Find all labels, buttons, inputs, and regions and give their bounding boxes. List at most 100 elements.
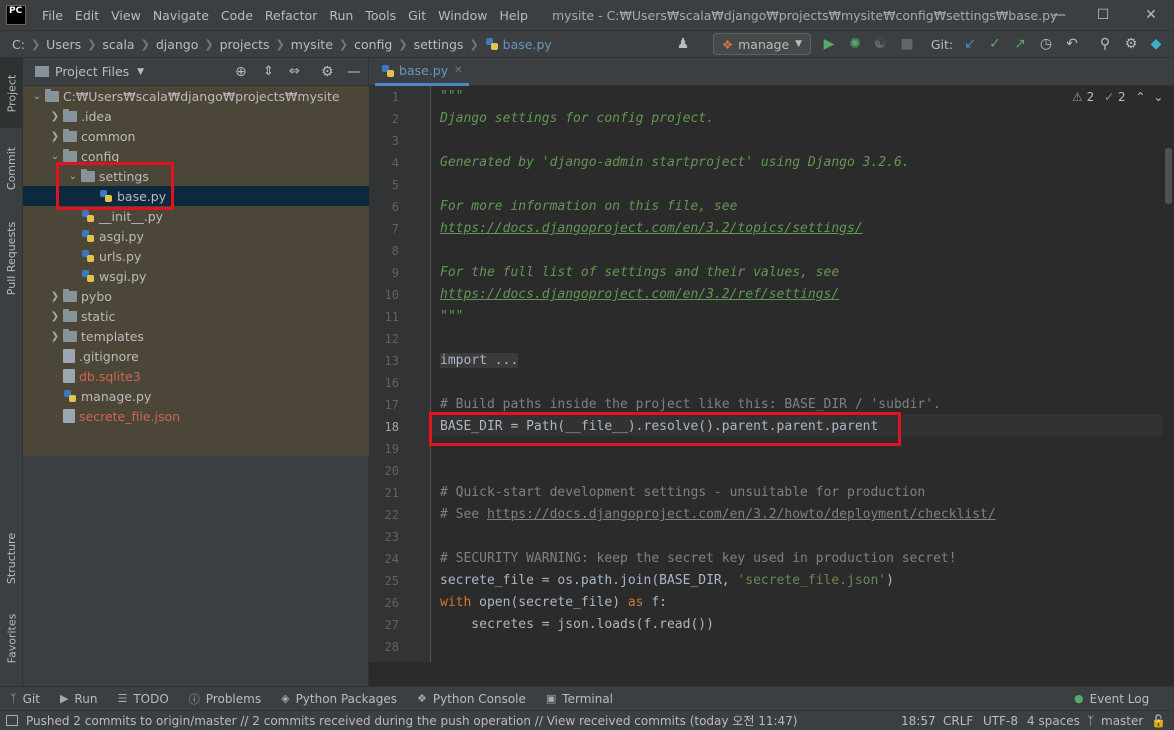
tree-item[interactable]: .gitignore bbox=[23, 346, 369, 366]
collapse-all-icon[interactable]: ⇔ bbox=[289, 64, 300, 79]
tool-terminal[interactable]: ▣ Terminal bbox=[546, 692, 613, 706]
tab-base-py[interactable]: base.py ✕ bbox=[375, 58, 469, 86]
tool-event-log[interactable]: ● Event Log bbox=[1074, 692, 1149, 706]
inspection-widget[interactable]: ⚠ 2 ✓ 2 ⌃ ⌄ bbox=[1072, 90, 1163, 104]
git-update-icon[interactable]: ↙ bbox=[960, 30, 980, 58]
coverage-icon[interactable]: ☯ bbox=[870, 30, 890, 58]
tool-git[interactable]: ᛉ Git bbox=[10, 692, 40, 706]
git-branch[interactable]: master bbox=[1101, 714, 1143, 728]
tool-run[interactable]: ▶ Run bbox=[60, 692, 97, 706]
line-number: 5 bbox=[391, 178, 399, 192]
tree-item[interactable]: urls.py bbox=[23, 246, 369, 266]
chevron-right-icon[interactable]: ❯ bbox=[47, 111, 63, 122]
code-area[interactable]: """ Django settings for config project. Ge… bbox=[432, 86, 1162, 662]
search-icon[interactable]: ⚲ bbox=[1095, 30, 1115, 58]
scrollbar-thumb[interactable] bbox=[1165, 148, 1172, 204]
breadcrumb-item[interactable]: scala bbox=[102, 37, 134, 52]
expand-all-icon[interactable]: ⇕ bbox=[263, 64, 274, 79]
menu-item-file[interactable]: File bbox=[36, 8, 69, 23]
gear-icon[interactable]: ⚙ bbox=[321, 64, 334, 80]
tree-item[interactable]: db.sqlite3 bbox=[23, 366, 369, 386]
tool-python-packages[interactable]: ◈ Python Packages bbox=[281, 692, 397, 706]
menu-item-git[interactable]: Git bbox=[402, 8, 432, 23]
locate-icon[interactable]: ⊕ bbox=[235, 64, 247, 80]
tab-favorites[interactable]: Favorites bbox=[0, 603, 23, 673]
breadcrumb-item[interactable]: mysite bbox=[291, 37, 333, 52]
chevron-right-icon[interactable]: ❯ bbox=[47, 331, 63, 342]
tab-pull-requests[interactable]: Pull Requests bbox=[0, 208, 23, 308]
tab-project[interactable]: Project bbox=[0, 58, 23, 128]
breadcrumb-item[interactable]: config bbox=[354, 37, 392, 52]
debug-icon[interactable]: ✺ bbox=[845, 30, 865, 58]
line-number: 27 bbox=[384, 618, 399, 632]
tree-item[interactable]: ❯ common bbox=[23, 126, 369, 146]
tree-item[interactable]: wsgi.py bbox=[23, 266, 369, 286]
menu-item-tools[interactable]: Tools bbox=[359, 8, 402, 23]
hide-icon[interactable]: — bbox=[347, 64, 361, 80]
stop-icon[interactable]: ■ bbox=[898, 30, 916, 58]
maximize-icon[interactable]: ☐ bbox=[1080, 0, 1126, 30]
breadcrumb-item[interactable]: Users bbox=[46, 37, 81, 52]
close-icon[interactable]: ✕ bbox=[1128, 0, 1174, 30]
tool-todo[interactable]: ☰ TODO bbox=[117, 692, 168, 706]
caret-position[interactable]: 18:57 bbox=[901, 714, 936, 728]
git-label: Git: bbox=[930, 36, 954, 52]
editor-scrollbar[interactable] bbox=[1162, 86, 1174, 662]
menu-item-help[interactable]: Help bbox=[493, 8, 534, 23]
tree-item[interactable]: ❯ pybo bbox=[23, 286, 369, 306]
menu-item-edit[interactable]: Edit bbox=[69, 8, 105, 23]
git-commit-icon[interactable]: ✓ bbox=[985, 30, 1005, 58]
breadcrumb-item[interactable]: django bbox=[156, 37, 199, 52]
run-config-select[interactable]: ❖ manage ▼ bbox=[713, 33, 811, 55]
status-layout-icon[interactable] bbox=[6, 715, 18, 726]
tree-item[interactable]: ⌄ C:₩Users₩scala₩django₩projects₩mysite bbox=[23, 86, 369, 106]
breadcrumb-item[interactable]: C: bbox=[12, 37, 25, 52]
status-message[interactable]: Pushed 2 commits to origin/master // 2 c… bbox=[26, 712, 797, 729]
chevron-right-icon[interactable]: ❯ bbox=[47, 291, 63, 302]
close-tab-icon[interactable]: ✕ bbox=[454, 65, 462, 76]
breadcrumb-item[interactable]: projects bbox=[220, 37, 270, 52]
line-number: 25 bbox=[384, 574, 399, 588]
rollback-icon[interactable]: ↶ bbox=[1062, 30, 1082, 58]
tab-structure[interactable]: Structure bbox=[0, 523, 23, 593]
chevron-right-icon[interactable]: ❯ bbox=[47, 311, 63, 322]
project-view-select[interactable]: Project Files bbox=[55, 64, 129, 79]
tree-item[interactable]: asgi.py bbox=[23, 226, 369, 246]
settings-gear-icon[interactable]: ⚙ bbox=[1121, 30, 1141, 58]
user-icon[interactable]: ♟ bbox=[670, 30, 696, 58]
menu-item-code[interactable]: Code bbox=[215, 8, 259, 23]
chevron-up-icon[interactable]: ⌃ bbox=[1135, 90, 1145, 104]
chevron-down-icon[interactable]: ⌄ bbox=[47, 151, 63, 162]
tree-item[interactable]: manage.py bbox=[23, 386, 369, 406]
breadcrumb-item[interactable]: settings bbox=[414, 37, 464, 52]
tool-problems[interactable]: ⓘ Problems bbox=[189, 691, 261, 707]
menu-item-refactor[interactable]: Refactor bbox=[259, 8, 323, 23]
tree-item[interactable]: ❯ .idea bbox=[23, 106, 369, 126]
file-encoding[interactable]: UTF-8 bbox=[983, 714, 1018, 728]
line-separator[interactable]: CRLF bbox=[943, 714, 973, 728]
tree-item[interactable]: ❯ templates bbox=[23, 326, 369, 346]
tool-python-console[interactable]: ❖ Python Console bbox=[417, 692, 526, 706]
run-icon[interactable]: ▶ bbox=[820, 30, 838, 58]
menu-item-run[interactable]: Run bbox=[323, 8, 359, 23]
menu-item-window[interactable]: Window bbox=[432, 8, 493, 23]
tab-commit[interactable]: Commit bbox=[0, 138, 23, 198]
breadcrumb-item[interactable]: base.py bbox=[503, 37, 552, 52]
folder-icon bbox=[63, 308, 77, 322]
tree-item[interactable]: secrete_file.json bbox=[23, 406, 369, 426]
chevron-down-icon[interactable]: ⌄ bbox=[29, 91, 45, 102]
chevron-right-icon[interactable]: ❯ bbox=[47, 131, 63, 142]
left-tool-strip: Project Commit Pull Requests Structure F… bbox=[0, 58, 23, 686]
chevron-down-icon[interactable]: ▼ bbox=[137, 67, 144, 77]
tree-item[interactable]: ❯ static bbox=[23, 306, 369, 326]
code-with-me-icon[interactable]: ◆ bbox=[1146, 30, 1166, 58]
git-push-icon[interactable]: ↗ bbox=[1010, 30, 1030, 58]
history-icon[interactable]: ◷ bbox=[1036, 30, 1056, 58]
menu-item-navigate[interactable]: Navigate bbox=[147, 8, 215, 23]
indent-setting[interactable]: 4 spaces bbox=[1027, 714, 1080, 728]
chevron-down-icon: ▼ bbox=[795, 39, 803, 49]
minimize-icon[interactable]: — bbox=[1036, 0, 1082, 30]
menu-item-view[interactable]: View bbox=[105, 8, 147, 23]
code-token: https://docs.djangoproject.com/en/3.2/re… bbox=[440, 287, 840, 302]
lock-icon[interactable]: 🔓 bbox=[1151, 714, 1166, 728]
